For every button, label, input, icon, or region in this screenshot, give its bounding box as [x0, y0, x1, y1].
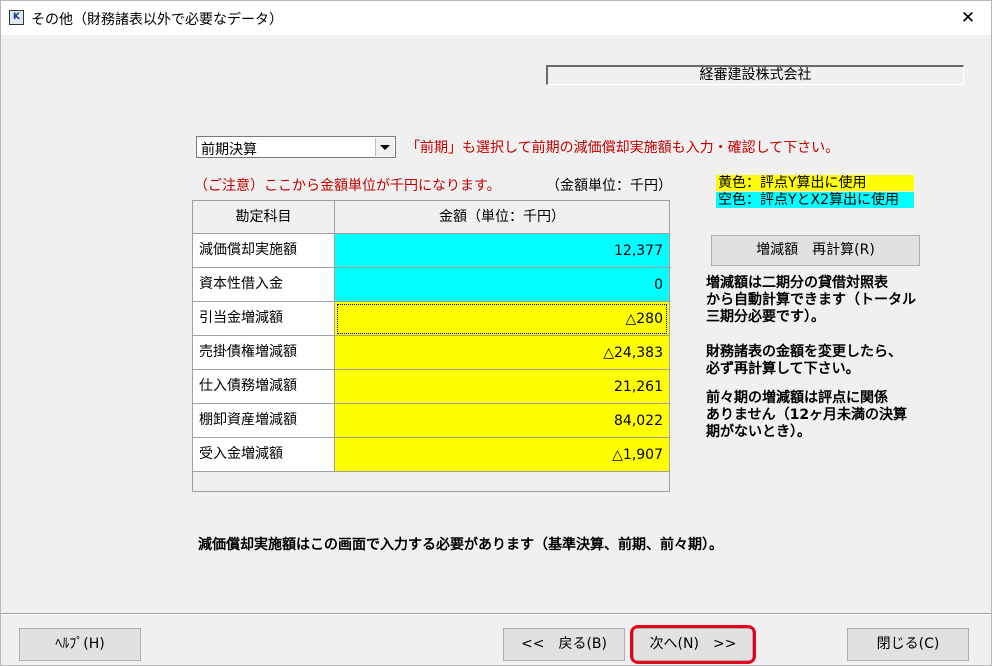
recalc-button[interactable]: 増減額 再計算(R) [711, 235, 920, 266]
legend-yellow: 黄色：評点Y算出に使用 [716, 175, 914, 191]
row-label: 売掛債権増減額 [193, 336, 335, 370]
period-select-value: 前期決算 [201, 142, 257, 158]
row-label: 棚卸資産増減額 [193, 404, 335, 438]
window-title: その他（財務諸表以外で必要なデータ） [31, 12, 283, 28]
close-button[interactable]: 閉じる(C) [847, 628, 969, 661]
app-icon: K [9, 10, 24, 25]
amount-cell[interactable]: 21,261 [335, 370, 669, 404]
dialog-window: K その他（財務諸表以外で必要なデータ） ✕ 経審建設株式会社 前期決算 「前期… [0, 0, 992, 666]
table-row: 棚卸資産増減額 84,022 [193, 404, 669, 438]
table-row: 仕入債務増減額 21,261 [193, 370, 669, 404]
close-icon[interactable]: ✕ [945, 1, 991, 35]
period-notice: 「前期」も選択して前期の減価償却実施額も入力・確認して下さい。 [406, 140, 840, 156]
back-button[interactable]: << 戻る(B) [503, 628, 625, 661]
amount-cell[interactable]: 0 [335, 268, 669, 302]
help-button[interactable]: ﾍﾙﾌﾟ(H) [19, 628, 141, 661]
info-text-change: 財務諸表の金額を変更したら、 必ず再計算して下さい。 [706, 344, 902, 377]
legend-cyan: 空色：評点YとX2算出に使用 [716, 192, 914, 208]
bottom-note: 減価償却実施額はこの画面で入力する必要があります（基準決算、前期、前々期）。 [198, 537, 723, 553]
client-area: 経審建設株式会社 前期決算 「前期」も選択して前期の減価償却実施額も入力・確認し… [1, 35, 991, 665]
column-header-amount: 金額（単位：千円） [335, 201, 669, 234]
amount-grid: 勘定科目 金額（単位：千円） 減価償却実施額 12,377 資本性借入金 0 引… [192, 200, 670, 492]
unit-label: （金額単位：千円） [546, 178, 672, 194]
amount-cell[interactable]: △1,907 [335, 438, 669, 472]
amount-cell[interactable]: △24,383 [335, 336, 669, 370]
table-row: 売掛債権増減額 △24,383 [193, 336, 669, 370]
divider [1, 613, 991, 615]
row-label: 受入金増減額 [193, 438, 335, 472]
info-text-recalc: 増減額は二期分の貸借対照表 から自動計算できます（トータル 三期分必要です）。 [706, 275, 916, 325]
column-header-item: 勘定科目 [193, 201, 335, 234]
row-label: 減価償却実施額 [193, 234, 335, 268]
company-name: 経審建設株式会社 [546, 65, 964, 85]
title-bar: K その他（財務諸表以外で必要なデータ） ✕ [1, 1, 991, 35]
next-button-highlight [630, 625, 756, 664]
row-label: 資本性借入金 [193, 268, 335, 302]
caution-text: （ご注意）ここから金額単位が千円になります。 [194, 178, 501, 194]
amount-cell[interactable]: 12,377 [335, 234, 669, 268]
chevron-down-icon[interactable] [375, 138, 394, 156]
amount-cell[interactable]: △280 [335, 302, 669, 336]
table-row: 受入金増減額 △1,907 [193, 438, 669, 472]
row-label: 引当金増減額 [193, 302, 335, 336]
row-label: 仕入債務増減額 [193, 370, 335, 404]
period-select[interactable]: 前期決算 [196, 136, 396, 158]
amount-cell[interactable]: 84,022 [335, 404, 669, 438]
table-row: 資本性借入金 0 [193, 268, 669, 302]
info-text-previous: 前々期の増減額は評点に関係 ありません（12ヶ月未満の決算 期がないとき）。 [706, 390, 908, 440]
table-row: 減価償却実施額 12,377 [193, 234, 669, 268]
table-row: 引当金増減額 △280 [193, 302, 669, 336]
